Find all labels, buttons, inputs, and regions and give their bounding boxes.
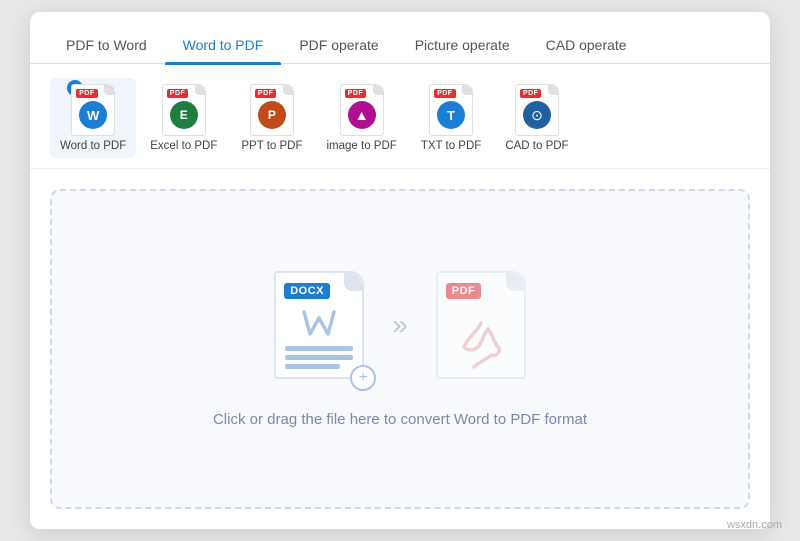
tool-excel-to-pdf[interactable]: PDF E Excel to PDF [140,78,227,158]
drop-instruction: Click or drag the file here to convert W… [213,411,587,428]
tool-txt-to-pdf[interactable]: PDF T TXT to PDF [411,78,492,158]
docx-file-icon: DOCX + [274,271,364,379]
toolbar: ✓ PDF W Word to PDF PDF E Excel to PDF [30,64,770,169]
tab-picture-operate[interactable]: Picture operate [397,25,528,63]
tab-pdf-operate[interactable]: PDF operate [281,25,396,63]
tool-ppt-to-pdf[interactable]: PDF P PPT to PDF [231,78,312,158]
tool-txt-to-pdf-label: TXT to PDF [421,140,482,152]
cad-to-pdf-icon: PDF ⊙ [515,84,559,136]
word-to-pdf-icon: ✓ PDF W [71,84,115,136]
tool-ppt-to-pdf-label: PPT to PDF [241,140,302,152]
txt-to-pdf-icon: PDF T [429,84,473,136]
convert-arrow-icon: » [392,311,408,339]
drop-zone[interactable]: DOCX + » [50,189,750,509]
tab-word-to-pdf[interactable]: Word to PDF [165,25,282,63]
tool-cad-to-pdf-label: CAD to PDF [505,140,568,152]
app-window: PDF to Word Word to PDF PDF operate Pict… [30,12,770,529]
excel-to-pdf-icon: PDF E [162,84,206,136]
tool-image-to-pdf-label: image to PDF [327,140,397,152]
tab-pdf-to-word[interactable]: PDF to Word [48,25,165,63]
tab-bar: PDF to Word Word to PDF PDF operate Pict… [30,12,770,64]
pdf-badge: PDF [446,283,482,299]
tool-word-to-pdf-label: Word to PDF [60,140,126,152]
tool-image-to-pdf[interactable]: PDF ▲ image to PDF [317,78,407,158]
pdf-file-icon: PDF [436,271,526,379]
ppt-to-pdf-icon: PDF P [250,84,294,136]
docx-badge: DOCX [284,283,330,299]
image-to-pdf-icon: PDF ▲ [340,84,384,136]
tool-excel-to-pdf-label: Excel to PDF [150,140,217,152]
add-file-button[interactable]: + [350,365,376,391]
tool-cad-to-pdf[interactable]: PDF ⊙ CAD to PDF [495,78,578,158]
docx-lines [285,318,353,369]
drop-illustration: DOCX + » [274,271,526,379]
tool-word-to-pdf[interactable]: ✓ PDF W Word to PDF [50,78,136,158]
tab-cad-operate[interactable]: CAD operate [528,25,645,63]
watermark: wsxdn.com [727,519,782,531]
